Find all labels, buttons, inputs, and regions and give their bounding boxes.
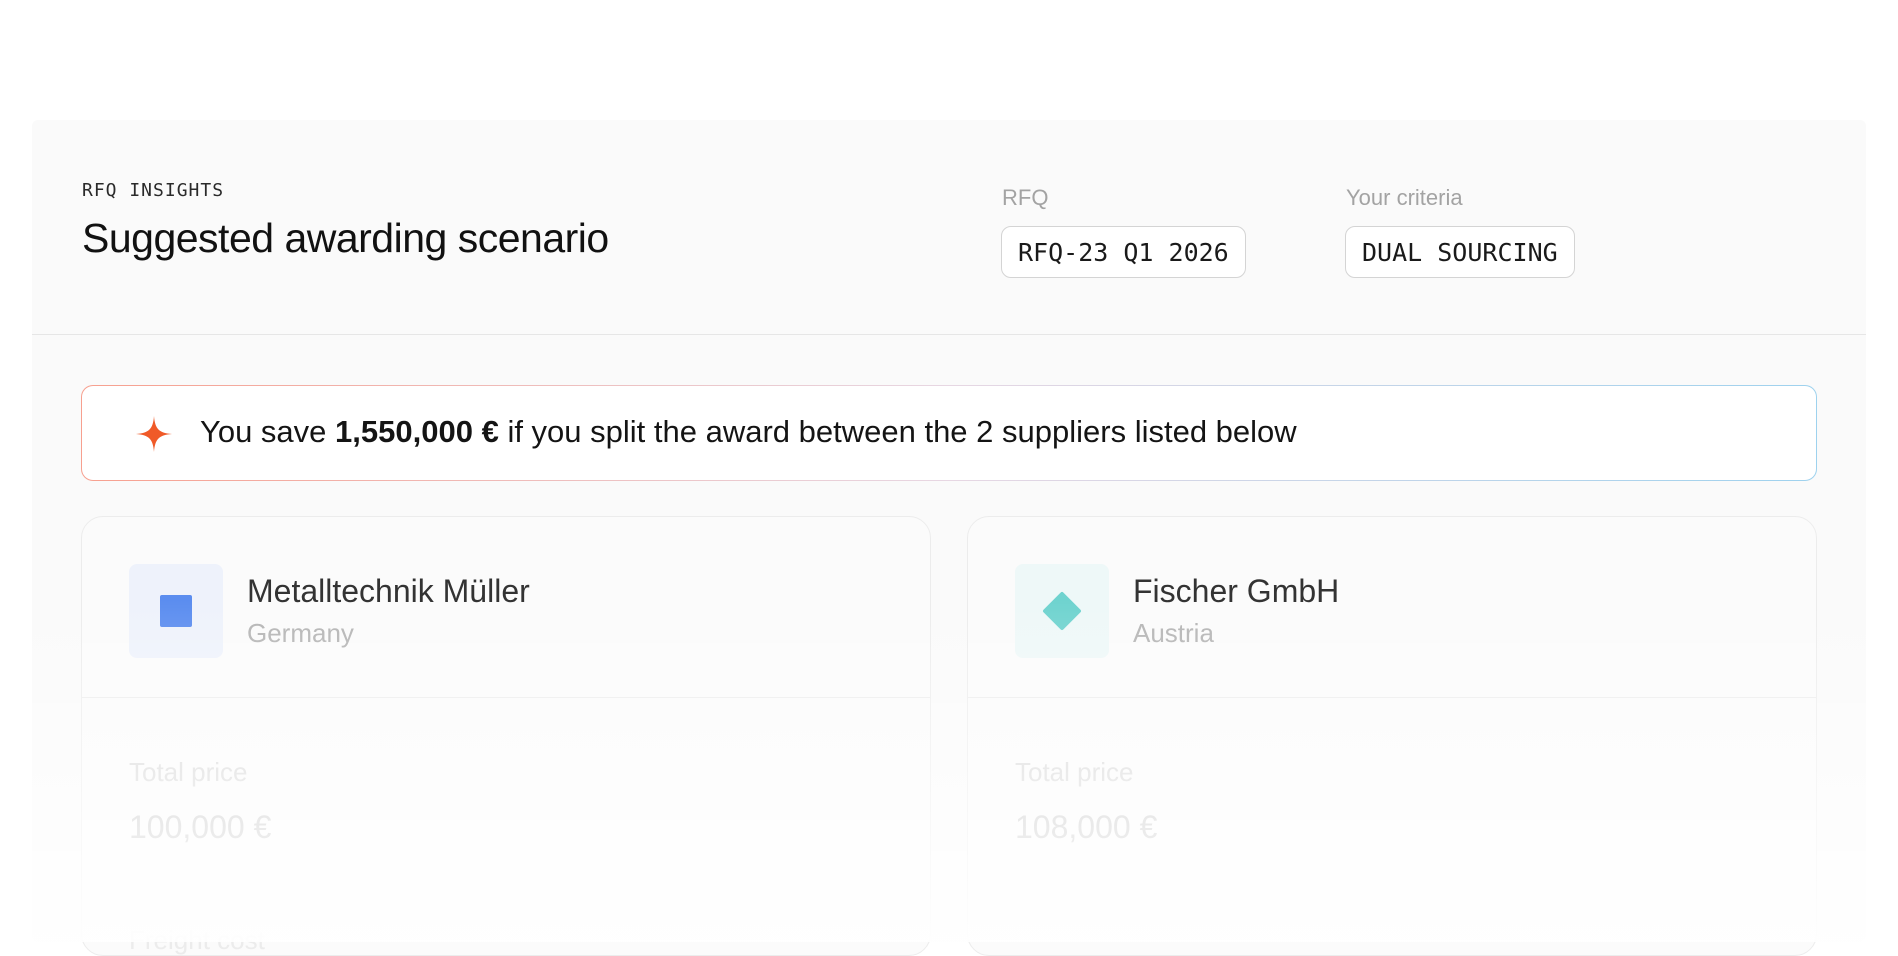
panel-header: RFQ INSIGHTS Suggested awarding scenario…	[32, 120, 1866, 335]
sparkle-icon	[136, 416, 172, 452]
page-title: Suggested awarding scenario	[82, 215, 609, 261]
total-price-label: Total price	[1015, 757, 1134, 787]
savings-message: You save 1,550,000 € if you split the aw…	[200, 414, 1297, 450]
supplier-name: Metalltechnik Müller	[247, 573, 530, 609]
freight-cost-label: Freight cost	[129, 925, 265, 955]
savings-prefix: You save	[200, 414, 327, 449]
supplier-card-metalltechnik-muller[interactable]: Metalltechnik Müller Germany Total price…	[81, 516, 931, 956]
supplier-country: Germany	[247, 618, 354, 648]
total-price-value: 108,000 €	[1015, 809, 1158, 845]
diamond-logo-icon	[1043, 592, 1081, 630]
supplier-logo	[129, 564, 223, 658]
total-price-label: Total price	[129, 757, 248, 787]
section-eyebrow: RFQ INSIGHTS	[82, 180, 225, 201]
rfq-chip[interactable]: RFQ-23 Q1 2026	[1001, 226, 1246, 278]
supplier-country: Austria	[1133, 618, 1214, 648]
supplier-card-fischer-gmbh[interactable]: Fischer GmbH Austria Total price 108,000…	[967, 516, 1817, 956]
savings-banner: You save 1,550,000 € if you split the aw…	[81, 385, 1817, 481]
supplier-card-header: Fischer GmbH Austria	[968, 517, 1816, 698]
supplier-name: Fischer GmbH	[1133, 573, 1340, 609]
criteria-label: Your criteria	[1346, 185, 1463, 210]
supplier-logo	[1015, 564, 1109, 658]
square-logo-icon	[160, 595, 192, 627]
rfq-label: RFQ	[1002, 185, 1049, 210]
rfq-insights-panel: RFQ INSIGHTS Suggested awarding scenario…	[32, 120, 1866, 956]
savings-suffix: if you split the award between the 2 sup…	[507, 414, 1297, 449]
total-price-value: 100,000 €	[129, 809, 272, 845]
supplier-card-header: Metalltechnik Müller Germany	[82, 517, 930, 698]
savings-amount: 1,550,000 €	[335, 414, 499, 449]
criteria-chip[interactable]: DUAL SOURCING	[1345, 226, 1575, 278]
